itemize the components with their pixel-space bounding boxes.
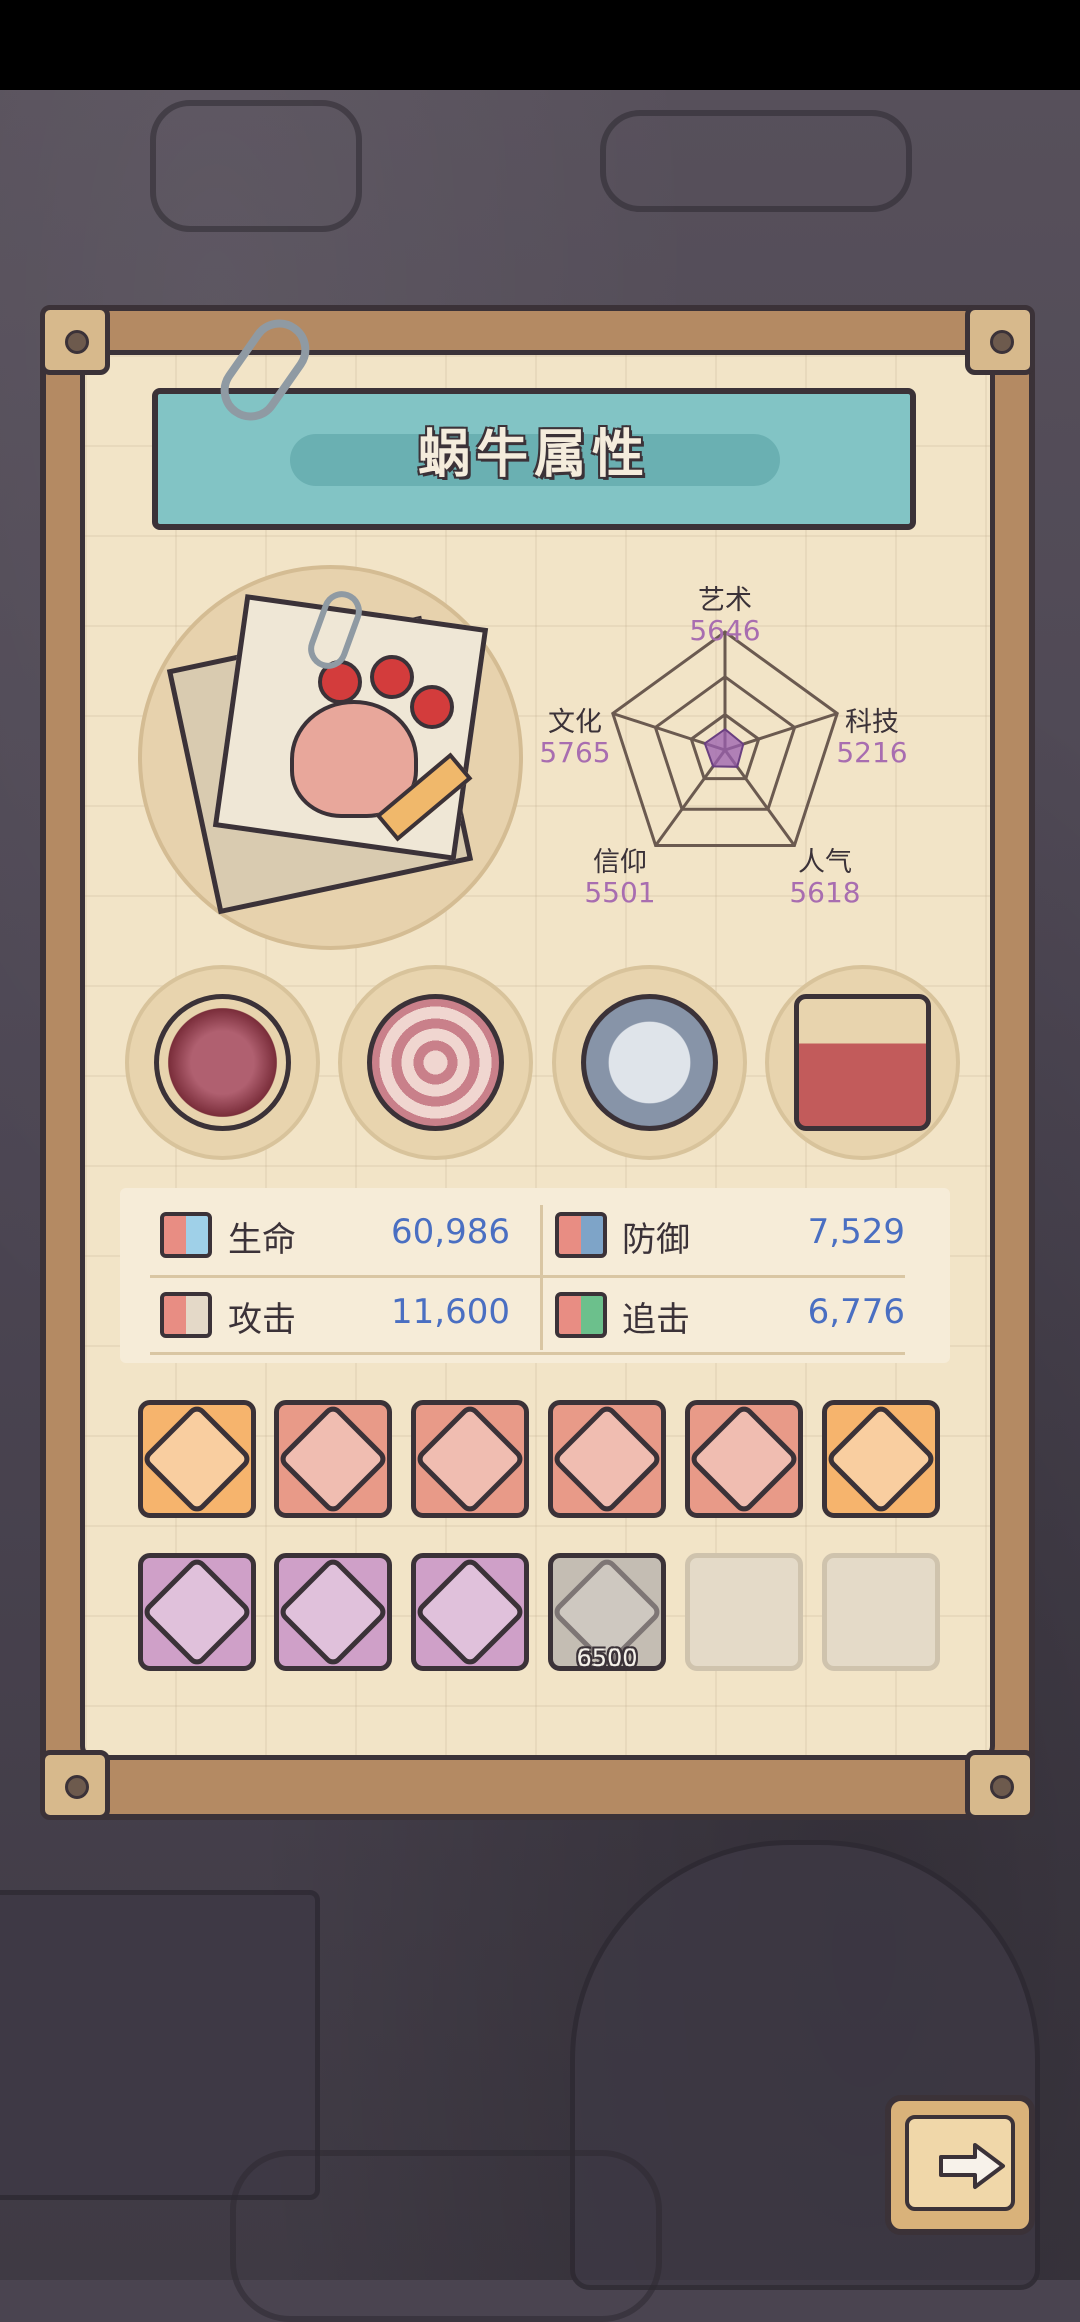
arrow-right-icon	[939, 2143, 1005, 2189]
snail-eye-icon	[410, 685, 454, 729]
background-pipe	[150, 100, 362, 232]
skill-compass[interactable]	[552, 965, 747, 1160]
chase-icon	[555, 1292, 607, 1338]
next-button[interactable]	[885, 2095, 1035, 2235]
attack-value: 11,600	[391, 1292, 510, 1332]
equip-slot-armor[interactable]	[411, 1553, 529, 1671]
radar-value-popularity: 5618	[789, 876, 861, 909]
panel-corner-bracket	[965, 1750, 1035, 1820]
stat-column-divider	[540, 1205, 543, 1350]
equip-slot-crossed-swords[interactable]	[822, 1400, 940, 1518]
snail-eye-icon	[370, 655, 414, 699]
bracer-icon	[413, 1402, 527, 1516]
knife-icon	[140, 1555, 254, 1669]
panel-corner-bracket	[40, 1750, 110, 1820]
radar-value-art: 5646	[689, 614, 761, 647]
defense-icon	[555, 1212, 607, 1258]
panel-corner-bracket	[40, 305, 110, 375]
unlock-cost: 6500	[576, 1644, 638, 1672]
equip-slot-bracer[interactable]	[411, 1400, 529, 1518]
blue-sword-icon	[550, 1402, 664, 1516]
chase-value: 6,776	[807, 1292, 905, 1332]
panel-corner-bracket	[965, 305, 1035, 375]
background-hose	[230, 2150, 662, 2322]
stat-row-divider	[150, 1275, 905, 1278]
skill-potion-crate[interactable]	[765, 965, 960, 1160]
compass-icon	[581, 994, 718, 1131]
equip-slot-pickaxe[interactable]	[274, 1553, 392, 1671]
attack-label: 攻击	[228, 1300, 296, 1340]
crossed-swords-icon	[824, 1402, 938, 1516]
potion-crate-icon	[794, 994, 931, 1131]
radar-label-tech: 科技	[845, 707, 899, 738]
defense-label: 防御	[622, 1220, 690, 1260]
skill-shell[interactable]	[338, 965, 533, 1160]
equip-slot-scroll[interactable]: 6500	[548, 1553, 666, 1672]
blaster-icon	[687, 1402, 801, 1516]
next-button-face	[905, 2115, 1015, 2211]
radar-label-popularity: 人气	[798, 847, 852, 878]
equip-slot-dagger[interactable]	[274, 1400, 392, 1518]
skill-tentacle-ring[interactable]	[125, 965, 320, 1160]
shell-icon	[367, 994, 504, 1131]
radar-value-faith: 5501	[584, 876, 656, 909]
status-bar	[0, 0, 1080, 90]
defense-value: 7,529	[807, 1212, 905, 1252]
equip-slot-empty[interactable]	[822, 1553, 940, 1671]
life-value: 60,986	[391, 1212, 510, 1252]
equip-slot-blue-sword[interactable]	[548, 1400, 666, 1518]
equip-slot-chain-trap[interactable]	[138, 1400, 256, 1518]
pickaxe-icon	[276, 1555, 390, 1669]
stat-row-divider	[150, 1352, 905, 1355]
dagger-icon	[276, 1402, 390, 1516]
radar-label-culture: 文化	[548, 707, 602, 738]
radar-value-tech: 5216	[836, 736, 908, 769]
radar-value-shape	[703, 727, 745, 768]
radar-label-art: 艺术	[698, 585, 752, 616]
attack-icon	[160, 1292, 212, 1338]
tentacle-ring-icon	[154, 994, 291, 1131]
equip-slot-empty[interactable]	[685, 1553, 803, 1671]
chain-trap-icon	[140, 1402, 254, 1516]
radar-value-culture: 5765	[539, 736, 611, 769]
armor-icon	[413, 1555, 527, 1669]
chase-label: 追击	[622, 1300, 690, 1340]
life-icon	[160, 1212, 212, 1258]
background-pipe	[600, 110, 912, 212]
radar-label-faith: 信仰	[593, 847, 647, 878]
life-label: 生命	[228, 1220, 296, 1260]
page-title: 蜗牛属性	[417, 425, 650, 485]
equip-slot-blaster[interactable]	[685, 1400, 803, 1518]
equip-slot-knife[interactable]	[138, 1553, 256, 1671]
